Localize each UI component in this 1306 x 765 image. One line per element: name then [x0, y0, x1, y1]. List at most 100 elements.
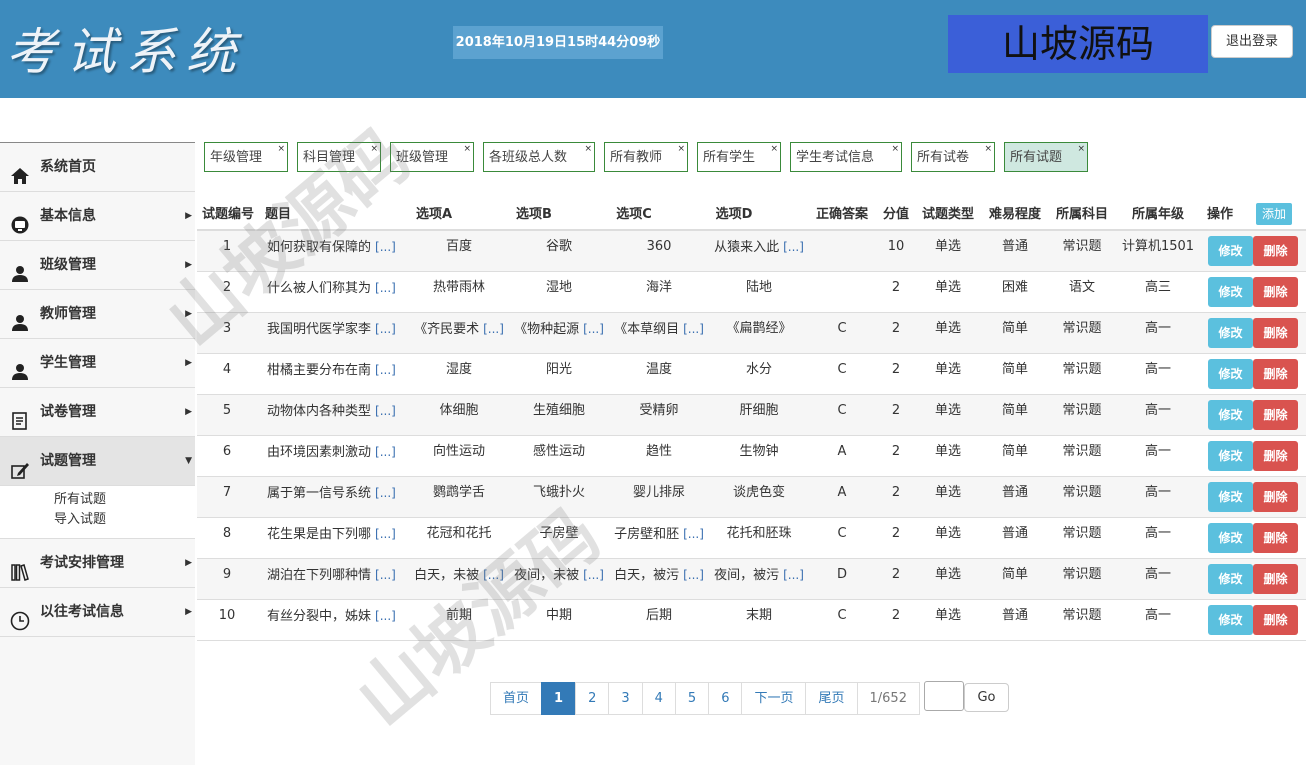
edit-button[interactable]: 修改 [1208, 236, 1253, 266]
table-cell: 5 [197, 395, 257, 435]
table-cell: 3 [197, 313, 257, 353]
expand-link[interactable]: [...] [583, 568, 604, 582]
next-page-link[interactable]: 下一页 [741, 682, 807, 715]
edit-button[interactable]: 修改 [1208, 318, 1253, 348]
cell-text: 困难 [1001, 280, 1028, 295]
expand-link[interactable]: [...] [375, 527, 396, 541]
tab-label: 所有教师 [610, 150, 663, 165]
sidebar-item[interactable]: 教师管理 ▶ [0, 290, 195, 339]
column-header: 所属年级 [1131, 207, 1184, 222]
tab[interactable]: 所有试卷 × [911, 142, 995, 172]
table-cell: 2 [877, 313, 915, 353]
expand-link[interactable]: [...] [783, 240, 804, 254]
close-icon[interactable]: × [677, 134, 685, 164]
cell-text: 普通 [1001, 239, 1028, 254]
column-header: 选项B [516, 207, 552, 222]
expand-link[interactable]: [...] [783, 568, 804, 582]
edit-button[interactable]: 修改 [1208, 400, 1253, 430]
page-go-button[interactable]: Go [964, 683, 1009, 712]
tab[interactable]: 所有教师 × [604, 142, 688, 172]
tab[interactable]: 班级管理 × [390, 142, 474, 172]
delete-button[interactable]: 删除 [1253, 359, 1298, 389]
cell-text: 夜间，未被 [514, 568, 580, 583]
expand-link[interactable]: [...] [683, 527, 704, 541]
expand-link[interactable]: [...] [375, 322, 396, 336]
expand-link[interactable]: [...] [375, 568, 396, 582]
logout-button[interactable]: 退出登录 [1211, 25, 1293, 58]
page-link[interactable]: 2 [575, 682, 610, 715]
first-page-link[interactable]: 首页 [490, 682, 543, 715]
page-link[interactable]: 5 [674, 682, 710, 715]
close-icon[interactable]: × [277, 134, 285, 164]
edit-button[interactable]: 修改 [1208, 564, 1253, 594]
tab[interactable]: 各班级总人数 × [483, 142, 595, 172]
user-icon [10, 305, 30, 331]
edit-button[interactable]: 修改 [1208, 482, 1253, 512]
expand-link[interactable]: [...] [375, 609, 396, 623]
sidebar-item[interactable]: 班级管理 ▶ [0, 241, 195, 290]
sidebar-item[interactable]: 基本信息 ▶ [0, 192, 195, 241]
close-icon[interactable]: × [584, 134, 592, 164]
cell-text: 有丝分裂中，姊妹 [267, 609, 372, 624]
delete-button[interactable]: 删除 [1253, 564, 1298, 594]
edit-button[interactable]: 修改 [1208, 277, 1253, 307]
delete-button[interactable]: 删除 [1253, 236, 1298, 266]
close-icon[interactable]: × [463, 134, 471, 164]
add-question-button[interactable]: 添加 [1256, 203, 1292, 225]
expand-link[interactable]: [...] [375, 363, 396, 377]
page-jump-input[interactable] [924, 681, 964, 711]
sidebar-item[interactable]: 考试安排管理 ▶ [0, 539, 195, 588]
expand-link[interactable]: [...] [483, 568, 504, 582]
expand-link[interactable]: [...] [583, 322, 604, 336]
sidebar-subitem[interactable]: 所有试题 [54, 490, 195, 510]
tab[interactable]: 学生考试信息 × [790, 142, 902, 172]
sidebar-item[interactable]: 试卷管理 ▶ [0, 388, 195, 437]
close-icon[interactable]: × [770, 134, 778, 164]
expand-link[interactable]: [...] [683, 322, 704, 336]
table-cell: 2 [877, 354, 915, 394]
last-page-link[interactable]: 尾页 [805, 682, 858, 715]
tab[interactable]: 科目管理 × [297, 142, 381, 172]
tab[interactable]: 所有学生 × [697, 142, 781, 172]
edit-button[interactable]: 修改 [1208, 605, 1253, 635]
expand-link[interactable]: [...] [375, 404, 396, 418]
delete-button[interactable]: 删除 [1253, 605, 1298, 635]
close-icon[interactable]: × [1077, 134, 1085, 164]
tab[interactable]: 所有试题 × [1004, 142, 1088, 172]
expand-link[interactable]: [...] [483, 322, 504, 336]
sidebar-item[interactable]: 系统首页 [0, 143, 195, 192]
expand-link[interactable]: [...] [683, 568, 704, 582]
delete-button[interactable]: 删除 [1253, 441, 1298, 471]
tab[interactable]: 年级管理 × [204, 142, 288, 172]
sidebar-subitem[interactable]: 导入试题 [54, 510, 195, 530]
edit-button[interactable]: 修改 [1208, 523, 1253, 553]
table-cell: 高一 [1115, 477, 1201, 517]
table-cell: 单选 [915, 313, 981, 353]
sidebar-item[interactable]: 学生管理 ▶ [0, 339, 195, 388]
sidebar-item[interactable]: 试题管理 ▼ [0, 437, 195, 486]
table-cell: 中期 [509, 600, 609, 640]
close-icon[interactable]: × [891, 134, 899, 164]
delete-button[interactable]: 删除 [1253, 523, 1298, 553]
page-link[interactable]: 1 [541, 682, 577, 715]
expand-link[interactable]: [...] [375, 240, 396, 254]
delete-button[interactable]: 删除 [1253, 277, 1298, 307]
table-cell: 白天，未被 [...] [409, 559, 509, 599]
delete-button[interactable]: 删除 [1253, 482, 1298, 512]
close-icon[interactable]: × [370, 134, 378, 164]
delete-button[interactable]: 删除 [1253, 318, 1298, 348]
delete-button[interactable]: 删除 [1253, 400, 1298, 430]
page-link[interactable]: 6 [708, 682, 743, 715]
expand-link[interactable]: [...] [375, 445, 396, 459]
sidebar-item[interactable]: 以往考试信息 ▶ [0, 588, 195, 637]
page-link[interactable]: 3 [608, 682, 643, 715]
edit-button[interactable]: 修改 [1208, 359, 1253, 389]
page-link[interactable]: 4 [641, 682, 676, 715]
close-icon[interactable]: × [984, 134, 992, 164]
expand-link[interactable]: [...] [375, 486, 396, 500]
expand-link[interactable]: [...] [375, 281, 396, 295]
table-cell: 我国明代医学家李 [...] [267, 313, 412, 353]
table-cell: 动物体内各种类型 [...] [267, 395, 412, 435]
edit-button[interactable]: 修改 [1208, 441, 1253, 471]
cell-text: 生物钟 [739, 444, 779, 459]
